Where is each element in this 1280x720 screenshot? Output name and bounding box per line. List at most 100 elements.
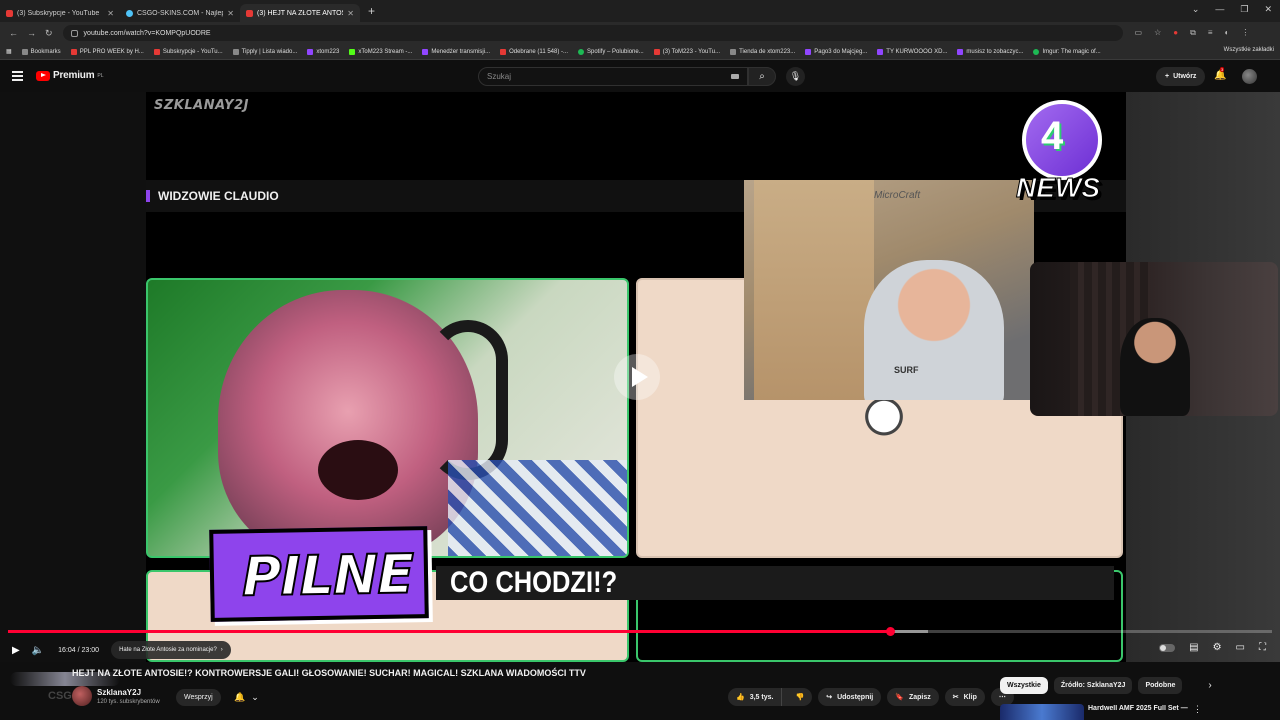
headphones-icon <box>428 320 508 480</box>
address-bar-row: ← → ↻ youtube.com/watch?v=KOMPQpUODRE ▭ … <box>0 22 1280 44</box>
video-player[interactable]: SZKLANAY2J WIDZOWIE CLAUDIO MicroCraft S… <box>0 92 1280 662</box>
reload-icon[interactable]: ↻ <box>45 28 53 39</box>
bookmark-favicon-icon <box>232 48 239 55</box>
more-options-icon[interactable]: ⋮ <box>1193 704 1202 715</box>
close-tab-icon[interactable]: ✕ <box>347 9 354 18</box>
bookmark-item[interactable]: musisz to zobaczyc... <box>957 48 1023 55</box>
subscription-bell-button[interactable]: 🔔 ⌄ <box>226 689 267 706</box>
thumbs-up-icon: 👍 <box>736 694 745 701</box>
chip-all[interactable]: Wszystkie <box>1000 677 1048 694</box>
chip-related[interactable]: Podobne <box>1138 677 1183 694</box>
youtube-favicon-icon <box>6 9 13 17</box>
url-field[interactable]: youtube.com/watch?v=KOMPQpUODRE <box>62 25 1123 41</box>
channel-watermark: SZKLANAY2J <box>154 98 249 113</box>
create-button[interactable]: + Utwórz <box>1156 67 1206 86</box>
bookmark-item[interactable]: Spotify – Polubione... <box>578 48 644 55</box>
search-input[interactable]: Szukaj <box>478 67 748 86</box>
theater-mode-icon[interactable]: ▭ <box>1236 642 1245 653</box>
cast-icon[interactable]: ▭ <box>1135 28 1143 38</box>
autoplay-toggle[interactable] <box>1159 643 1176 652</box>
fullscreen-icon[interactable]: ⛶ <box>1259 642 1266 653</box>
like-button[interactable]: 👍 3,5 tys. <box>728 688 783 706</box>
extensions-puzzle-icon[interactable]: ⧉ <box>1190 28 1196 38</box>
progress-bar[interactable] <box>8 627 1272 636</box>
forward-arrow-icon[interactable]: → <box>27 28 36 38</box>
browser-tab-video[interactable]: (3) HEJT NA ZŁOTE ANTOSIE!? K ✕ <box>240 4 360 22</box>
shirt-print: SURF <box>894 365 919 375</box>
clip-button[interactable]: ✂ Klip <box>944 688 985 706</box>
play-icon[interactable]: ▶ <box>12 645 20 656</box>
anime-avatar-icon <box>856 398 912 460</box>
bookmark-item[interactable]: (3) ToM223 - YouTu... <box>653 48 720 55</box>
account-avatar[interactable] <box>1242 69 1257 84</box>
settings-gear-icon[interactable]: ⚙ <box>1213 642 1222 653</box>
save-button[interactable]: 🔖 Zapisz <box>887 688 939 706</box>
chevron-down-icon[interactable]: ⌄ <box>1192 4 1200 15</box>
close-tab-icon[interactable]: ✕ <box>227 9 234 18</box>
browser-tab-subscriptions[interactable]: (3) Subskrypcje - YouTube ✕ <box>0 4 120 22</box>
chapter-button[interactable]: Hate na Złote Antosie za nominacje? › <box>111 641 231 659</box>
profile-icon[interactable]: ◐ <box>1225 28 1230 38</box>
search-button[interactable]: ⌕ <box>748 67 776 86</box>
channel-avatar[interactable] <box>72 686 92 706</box>
bookmark-item[interactable]: Menedżer transmisji... <box>422 48 490 55</box>
notifications-button[interactable]: 🔔 3 <box>1214 67 1226 81</box>
voice-search-button[interactable]: 🎙 <box>786 67 805 86</box>
bell-icon: 🔔 <box>234 692 246 702</box>
like-dislike-group: 👍 3,5 tys. 👎 <box>728 688 813 706</box>
youtube-favicon-icon <box>246 9 253 17</box>
hamburger-menu-icon[interactable] <box>12 71 23 83</box>
news-logo-digit: 4 <box>1041 114 1064 158</box>
browser-menu-icon[interactable]: ⋮ <box>1241 28 1249 38</box>
stripe-label: WIDZOWIE CLAUDIO <box>158 189 279 203</box>
apps-grid-icon[interactable]: ▦ <box>6 48 12 55</box>
new-tab-button[interactable]: + <box>368 4 375 18</box>
chip-source[interactable]: Źródło: SzklanaY2J <box>1053 677 1133 694</box>
bookmark-star-icon[interactable]: ☆ <box>1154 28 1161 38</box>
subtitles-icon[interactable]: ▤ <box>1189 642 1198 653</box>
all-bookmarks-folder[interactable]: Wszystkie zakładki <box>1224 47 1274 53</box>
keyboard-icon[interactable] <box>731 74 739 79</box>
support-button[interactable]: Wesprzyj <box>176 689 221 706</box>
time-current: 16:04 <box>58 646 76 654</box>
share-button[interactable]: ↪ Udostępnij <box>818 688 882 706</box>
dislike-button[interactable]: 👎 <box>787 693 812 701</box>
big-play-button[interactable] <box>614 354 660 400</box>
bookmark-item[interactable]: Bookmarks <box>21 48 61 55</box>
bookmark-favicon-icon <box>422 48 429 55</box>
recommended-title[interactable]: Hardwell AMF 2025 Full Set — LIVE at Ams… <box>1088 705 1188 712</box>
stripe-accent <box>146 190 150 202</box>
bookmark-item[interactable]: PPL PRO WEEK by H... <box>70 48 144 55</box>
browser-tab-bar: (3) Subskrypcje - YouTube ✕ CSGO-SKINS.C… <box>0 0 1280 22</box>
bookmark-item[interactable]: Imgur: The magic of... <box>1033 48 1101 55</box>
site-info-icon[interactable] <box>70 29 78 37</box>
bookmark-item[interactable]: Subskrypcje - YouTu... <box>153 48 223 55</box>
close-tab-icon[interactable]: ✕ <box>107 9 114 18</box>
close-window-icon[interactable]: ✕ <box>1264 4 1272 15</box>
subtitle-text: CO CHODZI!? <box>450 566 618 599</box>
back-arrow-icon[interactable]: ← <box>9 28 18 38</box>
bookmark-item[interactable]: Tipply | Lista wiado... <box>232 48 297 55</box>
restore-icon[interactable]: ❐ <box>1240 4 1248 15</box>
recommended-thumbnail[interactable] <box>1000 704 1084 720</box>
channel-name[interactable]: SzklanaY2J <box>97 688 141 697</box>
browser-toolbar-icons: ▭ ☆ ● ⧉ ≡ ◐ ⋮ <box>1135 28 1250 38</box>
chevron-right-icon[interactable]: › <box>1208 680 1211 691</box>
browser-tab-csgo-skins[interactable]: CSGO-SKINS.COM - Najlepsze ✕ <box>120 4 240 22</box>
bookmark-item[interactable]: xToM223 Stream -... <box>349 48 412 55</box>
bookmark-item[interactable]: TY KURWOOOO XD... <box>877 48 947 55</box>
tab-title: CSGO-SKINS.COM - Najlepsze <box>137 9 223 17</box>
minimize-icon[interactable]: — <box>1215 4 1224 15</box>
bookmark-item[interactable]: Tienda de xtom223... <box>730 48 795 55</box>
plus-icon: + <box>1165 73 1170 80</box>
youtube-premium-logo[interactable]: Premium PL <box>36 70 104 81</box>
news-logo-text: NEWS <box>1016 172 1101 204</box>
clip-label: Klip <box>963 693 977 701</box>
bookmark-favicon-icon <box>1033 48 1040 55</box>
extension-icon[interactable]: ● <box>1173 28 1178 38</box>
bookmark-item[interactable]: Odebrane (11 548) -... <box>500 48 568 55</box>
media-controls-icon[interactable]: ≡ <box>1208 28 1213 38</box>
bookmark-item[interactable]: Pago3 do Majcjeg... <box>805 48 867 55</box>
bookmark-item[interactable]: xtom223 <box>307 48 339 55</box>
volume-icon[interactable]: 🔈 <box>32 645 44 656</box>
